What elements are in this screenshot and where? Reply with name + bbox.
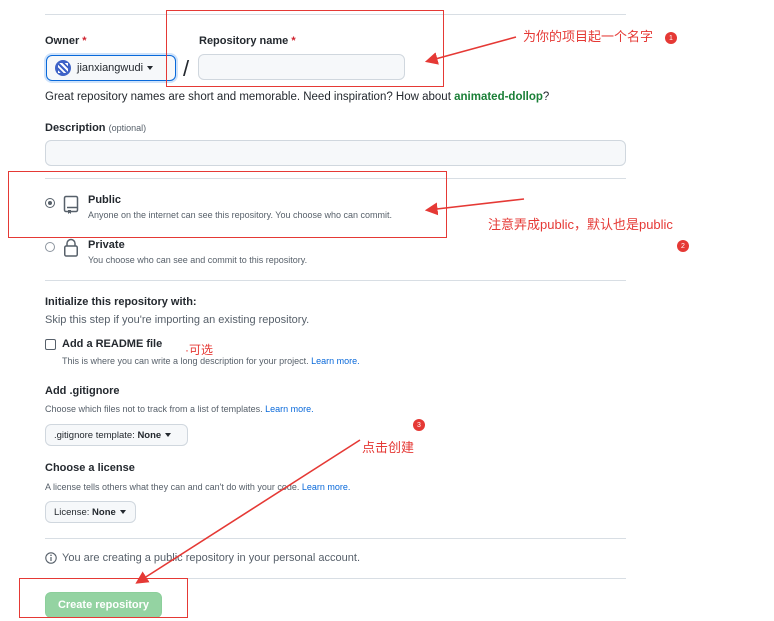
annotation-badge-3: 3 xyxy=(413,419,425,431)
annotation-public-note: 注意弄成public，默认也是public xyxy=(488,217,673,232)
annotation-name-repo: 为你的项目起一个名字 xyxy=(523,29,654,44)
annotation-badge-1: 1 xyxy=(665,32,677,44)
annotation-optional: ·可选 xyxy=(185,343,214,357)
annotation-click-create: 点击创建 xyxy=(362,440,415,455)
annotation-badge-2: 2 xyxy=(677,240,689,252)
annotation-arrows xyxy=(135,36,525,584)
